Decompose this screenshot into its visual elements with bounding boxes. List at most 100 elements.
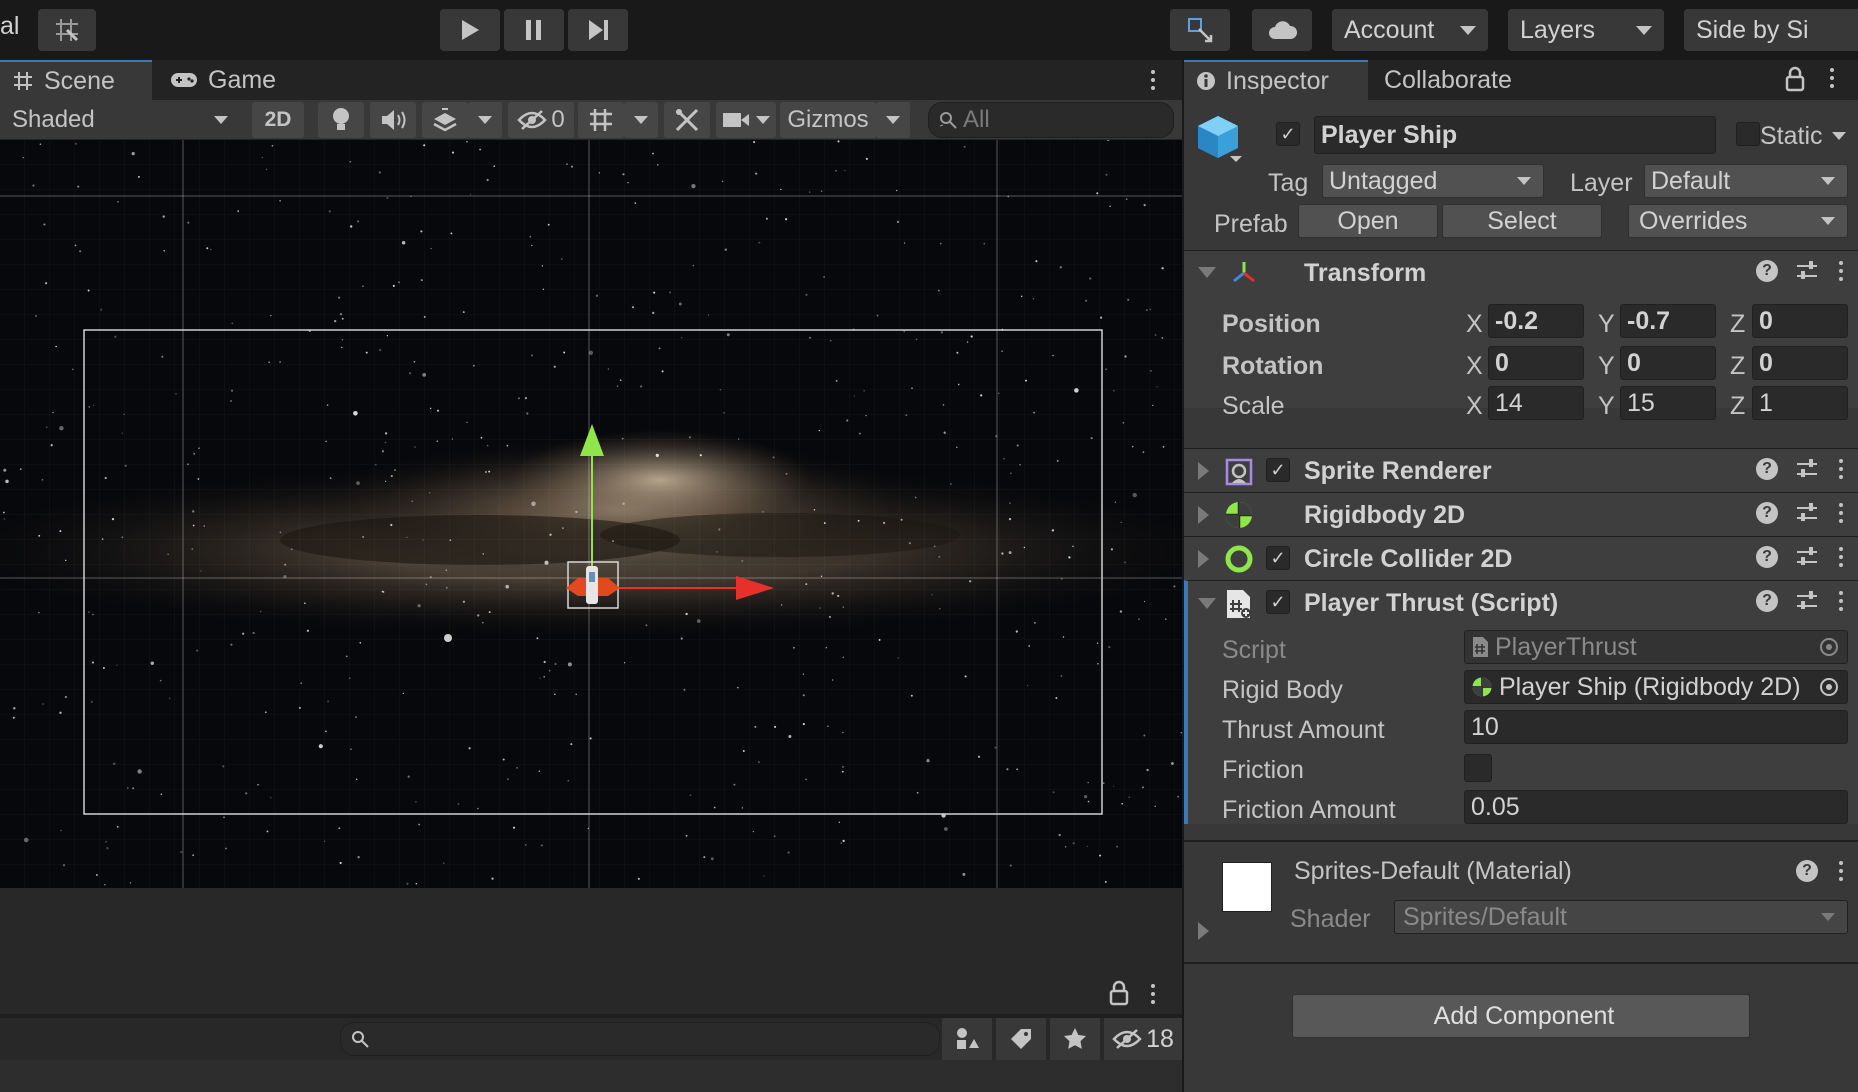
grid-toggle[interactable] — [578, 102, 624, 138]
camera-dropdown[interactable] — [716, 102, 776, 138]
player-thrust-header[interactable]: ✓ Player Thrust (Script) ? — [1184, 580, 1858, 624]
rotation-z-field[interactable]: 0 — [1752, 346, 1848, 380]
position-y-axis-label[interactable]: Y — [1598, 310, 1615, 339]
scale-z-axis-label[interactable]: Z — [1730, 392, 1745, 421]
effects-toggle[interactable] — [422, 102, 468, 138]
gizmos-button[interactable]: Gizmos — [780, 102, 876, 138]
foldout-arrow-icon[interactable] — [1198, 922, 1209, 940]
shading-mode-dropdown[interactable]: Shaded — [2, 102, 238, 138]
scale-x-field[interactable]: 14 — [1488, 386, 1584, 420]
kebab-icon[interactable] — [1836, 547, 1846, 567]
scene-search-input[interactable]: All — [928, 102, 1174, 138]
static-checkbox[interactable] — [1736, 122, 1760, 146]
position-x-axis-label[interactable]: X — [1466, 310, 1483, 339]
circle-collider-header[interactable]: ✓ Circle Collider 2D ? — [1184, 536, 1858, 580]
lock-icon[interactable] — [1108, 980, 1130, 1006]
foldout-arrow-icon[interactable] — [1198, 462, 1209, 480]
panel-splitter[interactable] — [1182, 60, 1184, 1092]
scene-panel-menu[interactable] — [1148, 70, 1158, 90]
prefab-open-button[interactable]: Open — [1298, 204, 1438, 238]
tab-collaborate[interactable]: Collaborate — [1372, 60, 1542, 100]
filter-by-type-button[interactable] — [942, 1018, 992, 1060]
cube-icon[interactable] — [1196, 112, 1252, 172]
sprite-renderer-enabled-checkbox[interactable]: ✓ — [1266, 458, 1290, 482]
kebab-icon[interactable] — [1836, 261, 1846, 281]
rigidbody-header[interactable]: Rigidbody 2D ? — [1184, 492, 1858, 536]
presets-icon[interactable] — [1796, 260, 1818, 282]
tab-inspector[interactable]: Inspector — [1184, 60, 1368, 100]
tab-scene[interactable]: Scene — [0, 60, 152, 100]
rotation-y-axis-label[interactable]: Y — [1598, 352, 1615, 381]
scene-canvas[interactable] — [0, 140, 1182, 888]
help-icon[interactable]: ? — [1756, 546, 1778, 568]
favorites-button[interactable] — [1050, 1018, 1100, 1060]
circle-collider-enabled-checkbox[interactable]: ✓ — [1266, 546, 1290, 570]
kebab-icon[interactable] — [1836, 503, 1846, 523]
chevron-down-icon[interactable] — [1832, 132, 1846, 140]
friction-checkbox[interactable] — [1464, 754, 1492, 782]
effects-dropdown[interactable] — [468, 102, 502, 138]
foldout-arrow-icon[interactable] — [1198, 506, 1209, 524]
position-z-field[interactable]: 0 — [1752, 304, 1848, 338]
presets-icon[interactable] — [1796, 546, 1818, 568]
help-icon[interactable]: ? — [1796, 860, 1818, 882]
scale-y-field[interactable]: 15 — [1620, 386, 1716, 420]
rotation-y-field[interactable]: 0 — [1620, 346, 1716, 380]
object-active-checkbox[interactable]: ✓ — [1276, 122, 1300, 146]
play-button[interactable] — [440, 9, 500, 51]
inspector-menu[interactable] — [1827, 68, 1837, 88]
sprite-renderer-header[interactable]: ✓ Sprite Renderer ? — [1184, 448, 1858, 492]
transform-header[interactable]: Transform ? — [1184, 250, 1858, 294]
hidden-objects-toggle[interactable]: 0 — [508, 102, 574, 138]
player-thrust-enabled-checkbox[interactable]: ✓ — [1266, 590, 1290, 614]
kebab-icon[interactable] — [1836, 861, 1846, 881]
kebab-icon[interactable] — [1836, 459, 1846, 479]
help-icon[interactable]: ? — [1756, 458, 1778, 480]
position-x-field[interactable]: -0.2 — [1488, 304, 1584, 338]
tools-toggle[interactable] — [664, 102, 710, 138]
presets-icon[interactable] — [1796, 590, 1818, 612]
rigid-body-field[interactable]: Player Ship (Rigidbody 2D) — [1464, 670, 1848, 704]
scale-x-axis-label[interactable]: X — [1466, 392, 1483, 421]
hidden-packages-toggle[interactable]: 18 — [1104, 1018, 1182, 1060]
object-picker-icon[interactable] — [1819, 677, 1839, 697]
project-panel-menu[interactable] — [1148, 984, 1158, 1004]
tab-game[interactable]: Game — [158, 60, 298, 100]
collab-button[interactable] — [1170, 9, 1230, 51]
tag-dropdown[interactable]: Untagged — [1322, 164, 1544, 198]
pause-button[interactable] — [504, 9, 564, 51]
layers-dropdown[interactable]: Layers — [1508, 9, 1664, 51]
toolbar-left-label[interactable]: al — [0, 12, 19, 41]
help-icon[interactable]: ? — [1756, 502, 1778, 524]
foldout-arrow-icon[interactable] — [1198, 550, 1209, 568]
layout-dropdown[interactable]: Side by Si — [1684, 9, 1858, 51]
scene-viewport[interactable] — [0, 140, 1182, 888]
add-component-button[interactable]: Add Component — [1292, 994, 1750, 1038]
filter-by-label-button[interactable] — [996, 1018, 1046, 1060]
audio-toggle[interactable] — [370, 102, 416, 138]
rotation-x-axis-label[interactable]: X — [1466, 352, 1483, 381]
friction-amount-field[interactable]: 0.05 — [1464, 790, 1848, 824]
position-y-field[interactable]: -0.7 — [1620, 304, 1716, 338]
lighting-toggle[interactable] — [318, 102, 364, 138]
foldout-arrow-icon[interactable] — [1198, 598, 1216, 609]
grid-snap-button[interactable] — [38, 9, 96, 51]
presets-icon[interactable] — [1796, 458, 1818, 480]
help-icon[interactable]: ? — [1756, 590, 1778, 612]
grid-dropdown[interactable] — [624, 102, 658, 138]
foldout-arrow-icon[interactable] — [1198, 267, 1216, 278]
account-dropdown[interactable]: Account — [1332, 9, 1488, 51]
mode-2d-toggle[interactable]: 2D — [252, 102, 304, 138]
prefab-overrides-dropdown[interactable]: Overrides — [1628, 204, 1848, 238]
presets-icon[interactable] — [1796, 502, 1818, 524]
cloud-button[interactable] — [1252, 9, 1312, 51]
layer-dropdown[interactable]: Default — [1644, 164, 1848, 198]
project-search-input[interactable] — [340, 1022, 940, 1056]
position-z-axis-label[interactable]: Z — [1730, 310, 1745, 339]
step-button[interactable] — [568, 9, 628, 51]
gizmos-dropdown[interactable] — [876, 102, 910, 138]
kebab-icon[interactable] — [1836, 591, 1846, 611]
scale-y-axis-label[interactable]: Y — [1598, 392, 1615, 421]
rotation-x-field[interactable]: 0 — [1488, 346, 1584, 380]
help-icon[interactable]: ? — [1756, 260, 1778, 282]
